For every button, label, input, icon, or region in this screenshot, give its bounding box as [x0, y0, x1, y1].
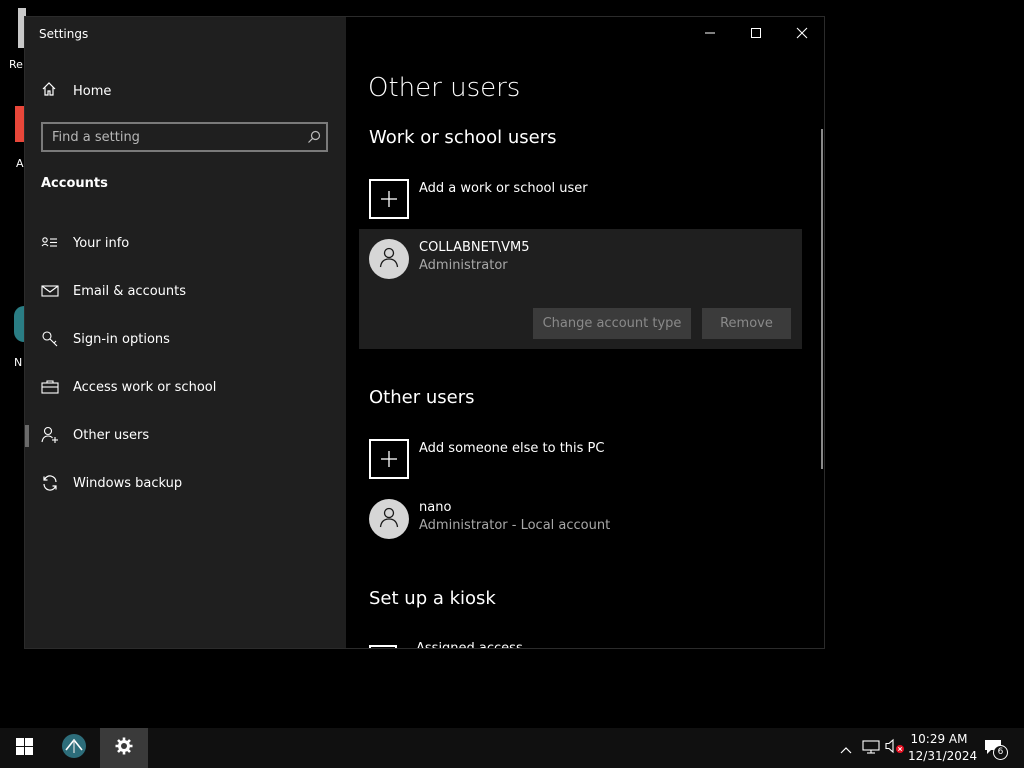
globe-app-icon	[61, 733, 87, 763]
start-button[interactable]	[0, 728, 48, 768]
clock-date: 12/31/2024	[908, 749, 978, 763]
sidebar-home[interactable]: Home	[41, 81, 111, 101]
close-icon	[796, 24, 808, 43]
desktop-label-1: Re	[9, 58, 23, 71]
sidebar-item-label: Your info	[73, 235, 130, 251]
maximize-button[interactable]	[733, 17, 779, 49]
sidebar-item-your-info[interactable]: Your info	[25, 223, 346, 263]
notification-icon: 6	[984, 738, 1008, 760]
add-someone-else-label: Add someone else to this PC	[419, 441, 605, 456]
add-work-school-user-button[interactable]: Add a work or school user	[369, 179, 588, 221]
remove-button[interactable]: Remove	[702, 308, 791, 339]
page-title: Other users	[368, 73, 521, 103]
taskbar: 10:29 AM 12/31/2024 6	[0, 728, 1024, 768]
user-role: Administrator - Local account	[419, 518, 611, 533]
clock[interactable]: 10:29 AM 12/31/2024	[908, 731, 978, 765]
desktop-label-2: A	[16, 157, 24, 170]
taskbar-app-settings[interactable]	[100, 728, 148, 768]
taskbar-app-network[interactable]	[50, 728, 98, 768]
user-row-nano[interactable]: nano Administrator - Local account	[369, 499, 610, 539]
section-other-users: Other users	[369, 387, 475, 408]
sync-icon	[41, 474, 59, 492]
search-input[interactable]	[43, 129, 302, 145]
plus-icon	[369, 439, 409, 479]
person-card-icon	[41, 234, 59, 252]
network-status-button[interactable]	[860, 728, 882, 768]
desktop-icon-app-teal[interactable]	[14, 306, 24, 342]
avatar	[369, 499, 409, 539]
minimize-icon	[704, 24, 716, 43]
notification-count-badge: 6	[993, 745, 1008, 760]
chevron-up-icon	[840, 739, 852, 758]
sidebar-item-other-users[interactable]: Other users	[25, 415, 346, 455]
envelope-icon	[41, 282, 59, 300]
user-name: nano	[419, 500, 452, 515]
user-name: COLLABNET\VM5	[419, 240, 530, 255]
sidebar: Settings Home Accounts Your info Email	[25, 17, 346, 648]
add-work-school-user-label: Add a work or school user	[419, 181, 588, 196]
briefcase-icon	[41, 378, 59, 396]
assigned-access-label[interactable]: Assigned access	[416, 641, 523, 648]
section-set-up-kiosk: Set up a kiosk	[369, 588, 496, 609]
action-center-button[interactable]: 6	[978, 728, 1012, 768]
windows-logo-icon	[15, 737, 33, 759]
sidebar-item-email-accounts[interactable]: Email & accounts	[25, 271, 346, 311]
section-work-school-users: Work or school users	[369, 127, 557, 148]
section-accounts: Accounts	[41, 176, 108, 191]
sidebar-item-label: Sign-in options	[73, 331, 170, 347]
search-box	[41, 122, 328, 152]
scrollbar[interactable]	[821, 129, 823, 469]
clock-time: 10:29 AM	[910, 732, 968, 746]
avatar	[369, 239, 409, 279]
sidebar-item-label: Email & accounts	[73, 283, 187, 299]
maximize-icon	[750, 24, 762, 43]
volume-muted-icon	[885, 738, 905, 758]
key-icon	[41, 330, 59, 348]
network-icon	[862, 739, 880, 758]
window-title: Settings	[39, 27, 89, 41]
main-content: Other users Work or school users Add a w…	[346, 17, 824, 648]
desktop-icon-app-red[interactable]	[15, 106, 24, 142]
add-someone-else-button[interactable]: Add someone else to this PC	[369, 439, 604, 481]
search-icon[interactable]	[302, 130, 326, 144]
change-account-type-button[interactable]: Change account type	[533, 308, 691, 339]
sidebar-item-access-work-school[interactable]: Access work or school	[25, 367, 346, 407]
home-icon	[41, 81, 57, 101]
sidebar-item-label: Other users	[73, 427, 150, 443]
assigned-access-icon	[369, 645, 397, 648]
show-hidden-icons-button[interactable]	[836, 728, 856, 768]
user-role: Administrator	[419, 258, 508, 273]
user-card-collabnet[interactable]: COLLABNET\VM5 Administrator Change accou…	[359, 229, 802, 349]
minimize-button[interactable]	[687, 17, 733, 49]
sidebar-home-label: Home	[73, 83, 112, 99]
sidebar-item-windows-backup[interactable]: Windows backup	[25, 463, 346, 503]
gear-icon	[114, 736, 134, 760]
plus-icon	[369, 179, 409, 219]
user-icon	[378, 506, 400, 532]
volume-button[interactable]	[884, 728, 906, 768]
user-icon	[378, 246, 400, 272]
person-add-icon	[41, 426, 59, 444]
settings-window: Settings Home Accounts Your info Email	[24, 16, 825, 649]
sidebar-item-label: Windows backup	[73, 475, 183, 491]
desktop-label-3: N	[14, 356, 23, 369]
sidebar-item-label: Access work or school	[73, 379, 217, 395]
sidebar-item-sign-in-options[interactable]: Sign-in options	[25, 319, 346, 359]
close-button[interactable]	[779, 17, 824, 49]
